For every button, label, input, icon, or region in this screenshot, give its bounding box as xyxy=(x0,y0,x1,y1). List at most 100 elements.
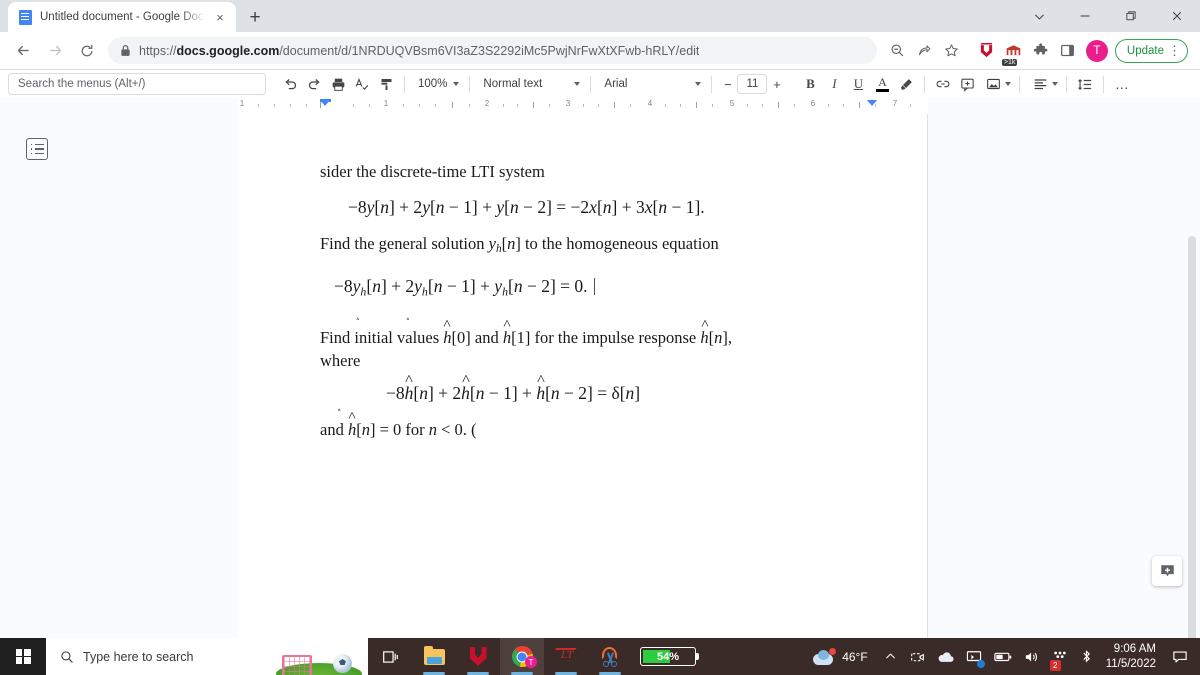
add-comment-icon[interactable] xyxy=(955,73,979,95)
browser-window: Untitled document - Google Doc × + https… xyxy=(0,0,1200,675)
font-family-select[interactable]: Arial xyxy=(597,73,705,95)
file-explorer-icon[interactable] xyxy=(412,638,456,675)
chrome-menu-kebab-icon[interactable]: ⋮ xyxy=(1168,44,1181,57)
archive-1k-icon[interactable]: >1k xyxy=(1001,37,1027,66)
minimize-icon[interactable] xyxy=(1062,0,1108,32)
bluetooth-icon[interactable] xyxy=(1074,638,1100,675)
windows-taskbar: Type here to search T LT 54% 46°F 2 9:06… xyxy=(0,638,1200,675)
task-view-icon[interactable] xyxy=(368,638,412,675)
share-icon[interactable] xyxy=(912,37,938,65)
onedrive-icon[interactable] xyxy=(931,638,960,675)
right-indent-marker[interactable] xyxy=(867,100,877,106)
taskbar-search-box[interactable]: Type here to search xyxy=(46,638,368,675)
insert-image-button[interactable] xyxy=(979,73,1013,95)
taskbar-clock[interactable]: 9:06 AM 11/5/2022 xyxy=(1100,642,1166,671)
browser-action-icons: >1k T Update ⋮ xyxy=(885,37,1192,66)
more-options-button[interactable]: … xyxy=(1110,73,1134,95)
doc-line-find-initial: Find initial values h[0] and h[1] for th… xyxy=(320,326,834,373)
red-triangle-app-icon[interactable]: LT xyxy=(544,638,588,675)
back-arrow-icon[interactable] xyxy=(8,36,38,66)
browser-tab[interactable]: Untitled document - Google Doc × xyxy=(8,2,236,32)
extensions-puzzle-icon[interactable] xyxy=(1028,37,1054,65)
address-bar[interactable]: https://docs.google.com/document/d/1NRDU… xyxy=(108,37,877,64)
weather-widget[interactable]: 46°F xyxy=(807,647,877,665)
star-icon[interactable] xyxy=(939,37,965,65)
snipping-tool-icon[interactable] xyxy=(588,638,632,675)
new-tab-button[interactable]: + xyxy=(241,3,269,31)
windows-start-icon[interactable] xyxy=(0,638,46,675)
undo-icon[interactable] xyxy=(278,73,302,95)
zoom-value: 100% xyxy=(418,78,448,90)
tab-title: Untitled document - Google Doc xyxy=(40,11,204,23)
font-size-increase-button[interactable]: + xyxy=(767,73,786,95)
volume-icon[interactable] xyxy=(1018,638,1046,675)
display-badge xyxy=(976,660,985,668)
document-outline-icon[interactable] xyxy=(26,138,48,160)
update-button[interactable]: Update ⋮ xyxy=(1114,38,1188,63)
document-canvas: sider the discrete-time LTI system −8y[n… xyxy=(238,114,1200,638)
paragraph-style-select[interactable]: Normal text xyxy=(476,73,584,95)
ruler-number: 1 xyxy=(383,99,389,108)
forward-arrow-icon[interactable] xyxy=(40,36,70,66)
weather-temperature: 46°F xyxy=(842,649,868,664)
tab-search-icon[interactable] xyxy=(1016,0,1062,32)
doc-equation-2: −8yh[n] + 2yh[n − 1] + yh[n − 2] = 0. xyxy=(320,276,873,299)
font-size-stepper[interactable]: − 11 + xyxy=(718,73,786,95)
chevron-down-icon xyxy=(1052,82,1059,86)
reload-icon[interactable] xyxy=(72,36,102,66)
windows-update-icon[interactable]: 2 xyxy=(1046,638,1074,675)
side-panel-icon[interactable] xyxy=(1055,37,1081,65)
document-ruler[interactable]: 1 1 2 3 4 5 6 7 xyxy=(238,98,928,114)
document-text-body[interactable]: sider the discrete-time LTI system −8y[n… xyxy=(320,160,873,455)
redo-icon[interactable] xyxy=(302,73,326,95)
notifications-icon[interactable] xyxy=(1166,638,1194,675)
profile-avatar[interactable]: T xyxy=(1085,39,1108,62)
underline-button[interactable]: U xyxy=(846,73,870,95)
tab-close-icon[interactable]: × xyxy=(212,9,228,25)
display-icon[interactable] xyxy=(960,638,988,675)
search-menus-input[interactable]: Search the menus (Alt+/) xyxy=(8,73,266,95)
doc-line-find-general: Find the general solution yh[n] to the h… xyxy=(320,234,719,256)
font-size-value[interactable]: 11 xyxy=(737,74,768,94)
cloud-icon xyxy=(813,647,837,665)
close-icon[interactable] xyxy=(1154,0,1200,32)
battery-indicator[interactable]: 54% xyxy=(640,647,699,666)
doc-equation-1: −8y[n] + 2y[n − 1] + y[n − 2] = −2x[n] +… xyxy=(348,197,705,218)
soccer-ball-widget[interactable] xyxy=(276,651,362,675)
explore-fab-icon[interactable] xyxy=(1152,556,1182,586)
text-color-letter: A xyxy=(878,75,887,89)
paragraph-style-value: Normal text xyxy=(483,78,543,90)
ruler-number: 3 xyxy=(565,99,571,108)
show-hidden-icons-icon[interactable] xyxy=(878,638,904,675)
maximize-icon[interactable] xyxy=(1108,0,1154,32)
update-label: Update xyxy=(1126,44,1164,57)
window-controls xyxy=(1016,0,1200,32)
search-minus-icon[interactable] xyxy=(885,37,911,65)
zoom-select[interactable]: 100% xyxy=(411,73,463,95)
mcafee-icon[interactable] xyxy=(456,638,500,675)
paint-format-icon[interactable] xyxy=(374,73,398,95)
clock-date: 11/5/2022 xyxy=(1105,657,1156,670)
lock-icon xyxy=(120,44,131,57)
ruler-number: 7 xyxy=(892,99,898,108)
link-icon[interactable] xyxy=(931,73,955,95)
align-button[interactable] xyxy=(1026,73,1060,95)
left-indent-marker[interactable] xyxy=(320,100,330,106)
spellcheck-icon[interactable] xyxy=(350,73,374,95)
highlight-pen-icon[interactable] xyxy=(894,73,918,95)
battery-icon[interactable] xyxy=(988,638,1018,675)
vertical-scrollbar[interactable] xyxy=(1188,236,1196,638)
text-color-button[interactable]: A xyxy=(870,73,894,95)
font-size-decrease-button[interactable]: − xyxy=(718,73,737,95)
document-page[interactable]: sider the discrete-time LTI system −8y[n… xyxy=(238,114,928,638)
print-icon[interactable] xyxy=(326,73,350,95)
italic-button[interactable]: I xyxy=(822,73,846,95)
ruler-number: 4 xyxy=(647,99,653,108)
camera-icon[interactable] xyxy=(904,638,931,675)
chrome-icon[interactable]: T xyxy=(500,638,544,675)
line-spacing-icon[interactable] xyxy=(1073,73,1097,95)
bold-button[interactable]: B xyxy=(798,73,822,95)
render-artifact-fragment: · ^· · · · · xyxy=(326,406,433,411)
mcafee-shield-icon[interactable] xyxy=(974,37,1000,65)
chevron-down-icon xyxy=(1005,82,1012,86)
